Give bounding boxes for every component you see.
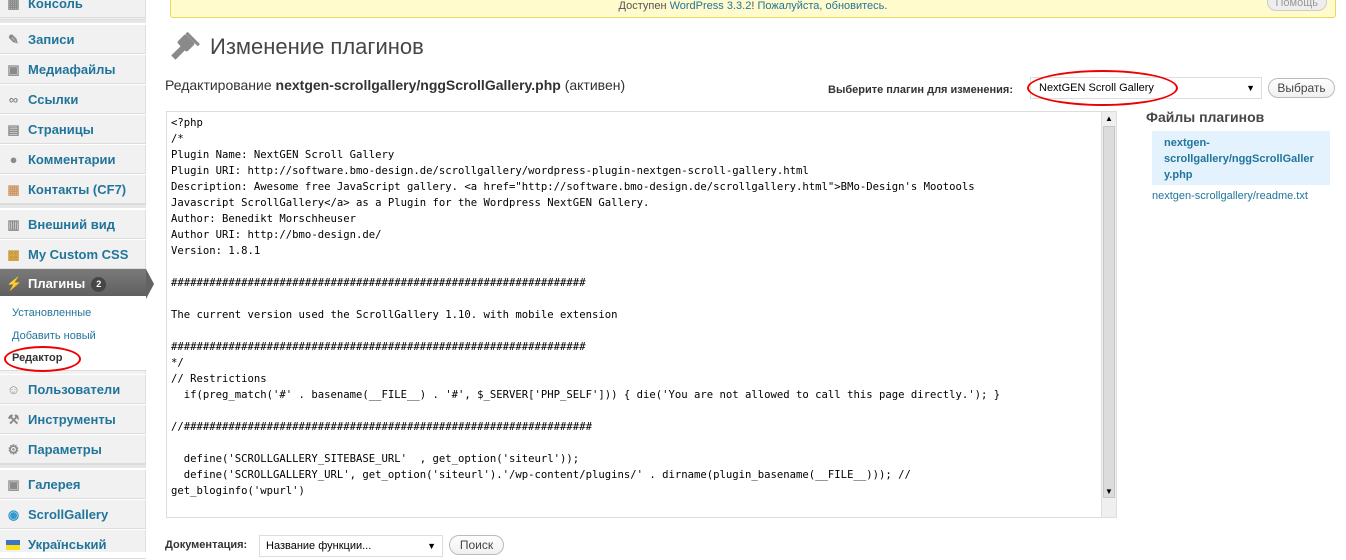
- scroll-down-icon[interactable]: ▼: [1105, 487, 1113, 496]
- code-content[interactable]: <?php /* Plugin Name: NextGEN Scroll Gal…: [171, 115, 1103, 517]
- flag-icon: [6, 538, 21, 552]
- menu-item-pages[interactable]: ▤ Страницы: [0, 114, 146, 144]
- submenu-installed[interactable]: Установленные: [12, 307, 91, 319]
- file-item-readme[interactable]: nextgen-scrollgallery/readme.txt: [1152, 190, 1308, 202]
- submenu-add-new[interactable]: Добавить новый: [12, 330, 96, 342]
- appearance-icon: ▥: [7, 217, 20, 232]
- menu-item-users[interactable]: ☺ Пользователи: [0, 374, 146, 404]
- menu-item-posts[interactable]: ✎ Записи: [0, 24, 146, 54]
- editing-file-name: nextgen-scrollgallery/nggScrollGallery.p…: [275, 77, 561, 93]
- tools-icon: ⚒: [7, 412, 20, 427]
- pages-icon: ▤: [7, 122, 20, 137]
- menu-item-settings[interactable]: ⚙ Параметры: [0, 434, 146, 464]
- scrollgallery-icon: ◉: [7, 507, 20, 522]
- update-now-link[interactable]: Пожалуйста, обновитесь: [757, 0, 884, 12]
- plugin-icon: ⚡: [6, 276, 23, 291]
- users-icon: ☺: [6, 382, 21, 397]
- gallery-icon: ▣: [7, 477, 20, 492]
- file-item-current[interactable]: nextgen- scrollgallery/nggScrollGaller y…: [1152, 131, 1330, 185]
- dashboard-icon: ▦: [7, 0, 20, 11]
- scroll-up-icon[interactable]: ▲: [1105, 114, 1113, 123]
- menu-item-ukrainian[interactable]: Український: [0, 529, 146, 559]
- comments-icon: ●: [9, 152, 18, 167]
- pin-icon: ✎: [8, 32, 19, 47]
- menu-item-tools[interactable]: ⚒ Инструменты: [0, 404, 146, 434]
- wordpress-version-link[interactable]: WordPress 3.3.2: [670, 0, 752, 12]
- link-icon: ∞: [8, 92, 19, 107]
- chevron-down-icon: ▼: [427, 541, 436, 551]
- function-name-select[interactable]: Название функции... ▼: [259, 535, 443, 557]
- documentation-label: Документация:: [165, 539, 248, 551]
- chevron-down-icon: ▼: [1246, 83, 1255, 93]
- plugin-editor-icon: [171, 31, 200, 60]
- settings-icon: ⚙: [7, 442, 20, 457]
- menu-item-links[interactable]: ∞ Ссылки: [0, 84, 146, 114]
- update-count-badge: 2: [91, 277, 107, 292]
- menu-item-plugins[interactable]: ⚡ Плагины 2: [0, 269, 154, 299]
- contacts-icon: ▦: [7, 182, 20, 197]
- plugin-picker-label: Выберите плагин для изменения:: [828, 84, 1013, 96]
- help-button[interactable]: Помощь: [1266, 0, 1327, 11]
- menu-item-dashboard[interactable]: ▦ Консоль: [0, 0, 146, 18]
- css-icon: ▩: [7, 247, 20, 262]
- editing-file-heading: Редактирование nextgen-scrollgallery/ngg…: [165, 77, 626, 93]
- vertical-scrollbar[interactable]: ▲ ▼: [1101, 112, 1116, 517]
- scrollbar-thumb[interactable]: [1103, 126, 1115, 498]
- code-editor[interactable]: <?php /* Plugin Name: NextGEN Scroll Gal…: [166, 111, 1117, 518]
- menu-item-media[interactable]: ▣ Медиафайлы: [0, 54, 146, 84]
- select-plugin-button[interactable]: Выбрать: [1268, 78, 1335, 98]
- menu-item-comments[interactable]: ● Комментарии: [0, 144, 146, 174]
- menu-item-appearance[interactable]: ▥ Внешний вид: [0, 209, 146, 239]
- menu-item-contacts[interactable]: ▦ Контакты (CF7): [0, 174, 146, 204]
- admin-menu: ▦ Консоль ✎ Записи ▣ Медиафайлы ∞ Ссылки ▤ Ст…: [0, 0, 154, 559]
- page-title: Изменение плагинов: [210, 34, 424, 59]
- highlight-circle-editor: [4, 346, 81, 372]
- update-notice: Доступен WordPress 3.3.2! Пожалуйста, об…: [170, 0, 1336, 18]
- plugin-files-title: Файлы плагинов: [1146, 109, 1265, 125]
- menu-item-scrollgallery[interactable]: ◉ ScrollGallery: [0, 499, 146, 529]
- menu-item-custom-css[interactable]: ▩ My Custom CSS: [0, 239, 146, 269]
- media-icon: ▣: [7, 62, 20, 77]
- highlight-circle-plugin-select: [1027, 70, 1178, 106]
- lookup-button[interactable]: Поиск: [449, 535, 504, 555]
- menu-item-gallery[interactable]: ▣ Галерея: [0, 469, 146, 499]
